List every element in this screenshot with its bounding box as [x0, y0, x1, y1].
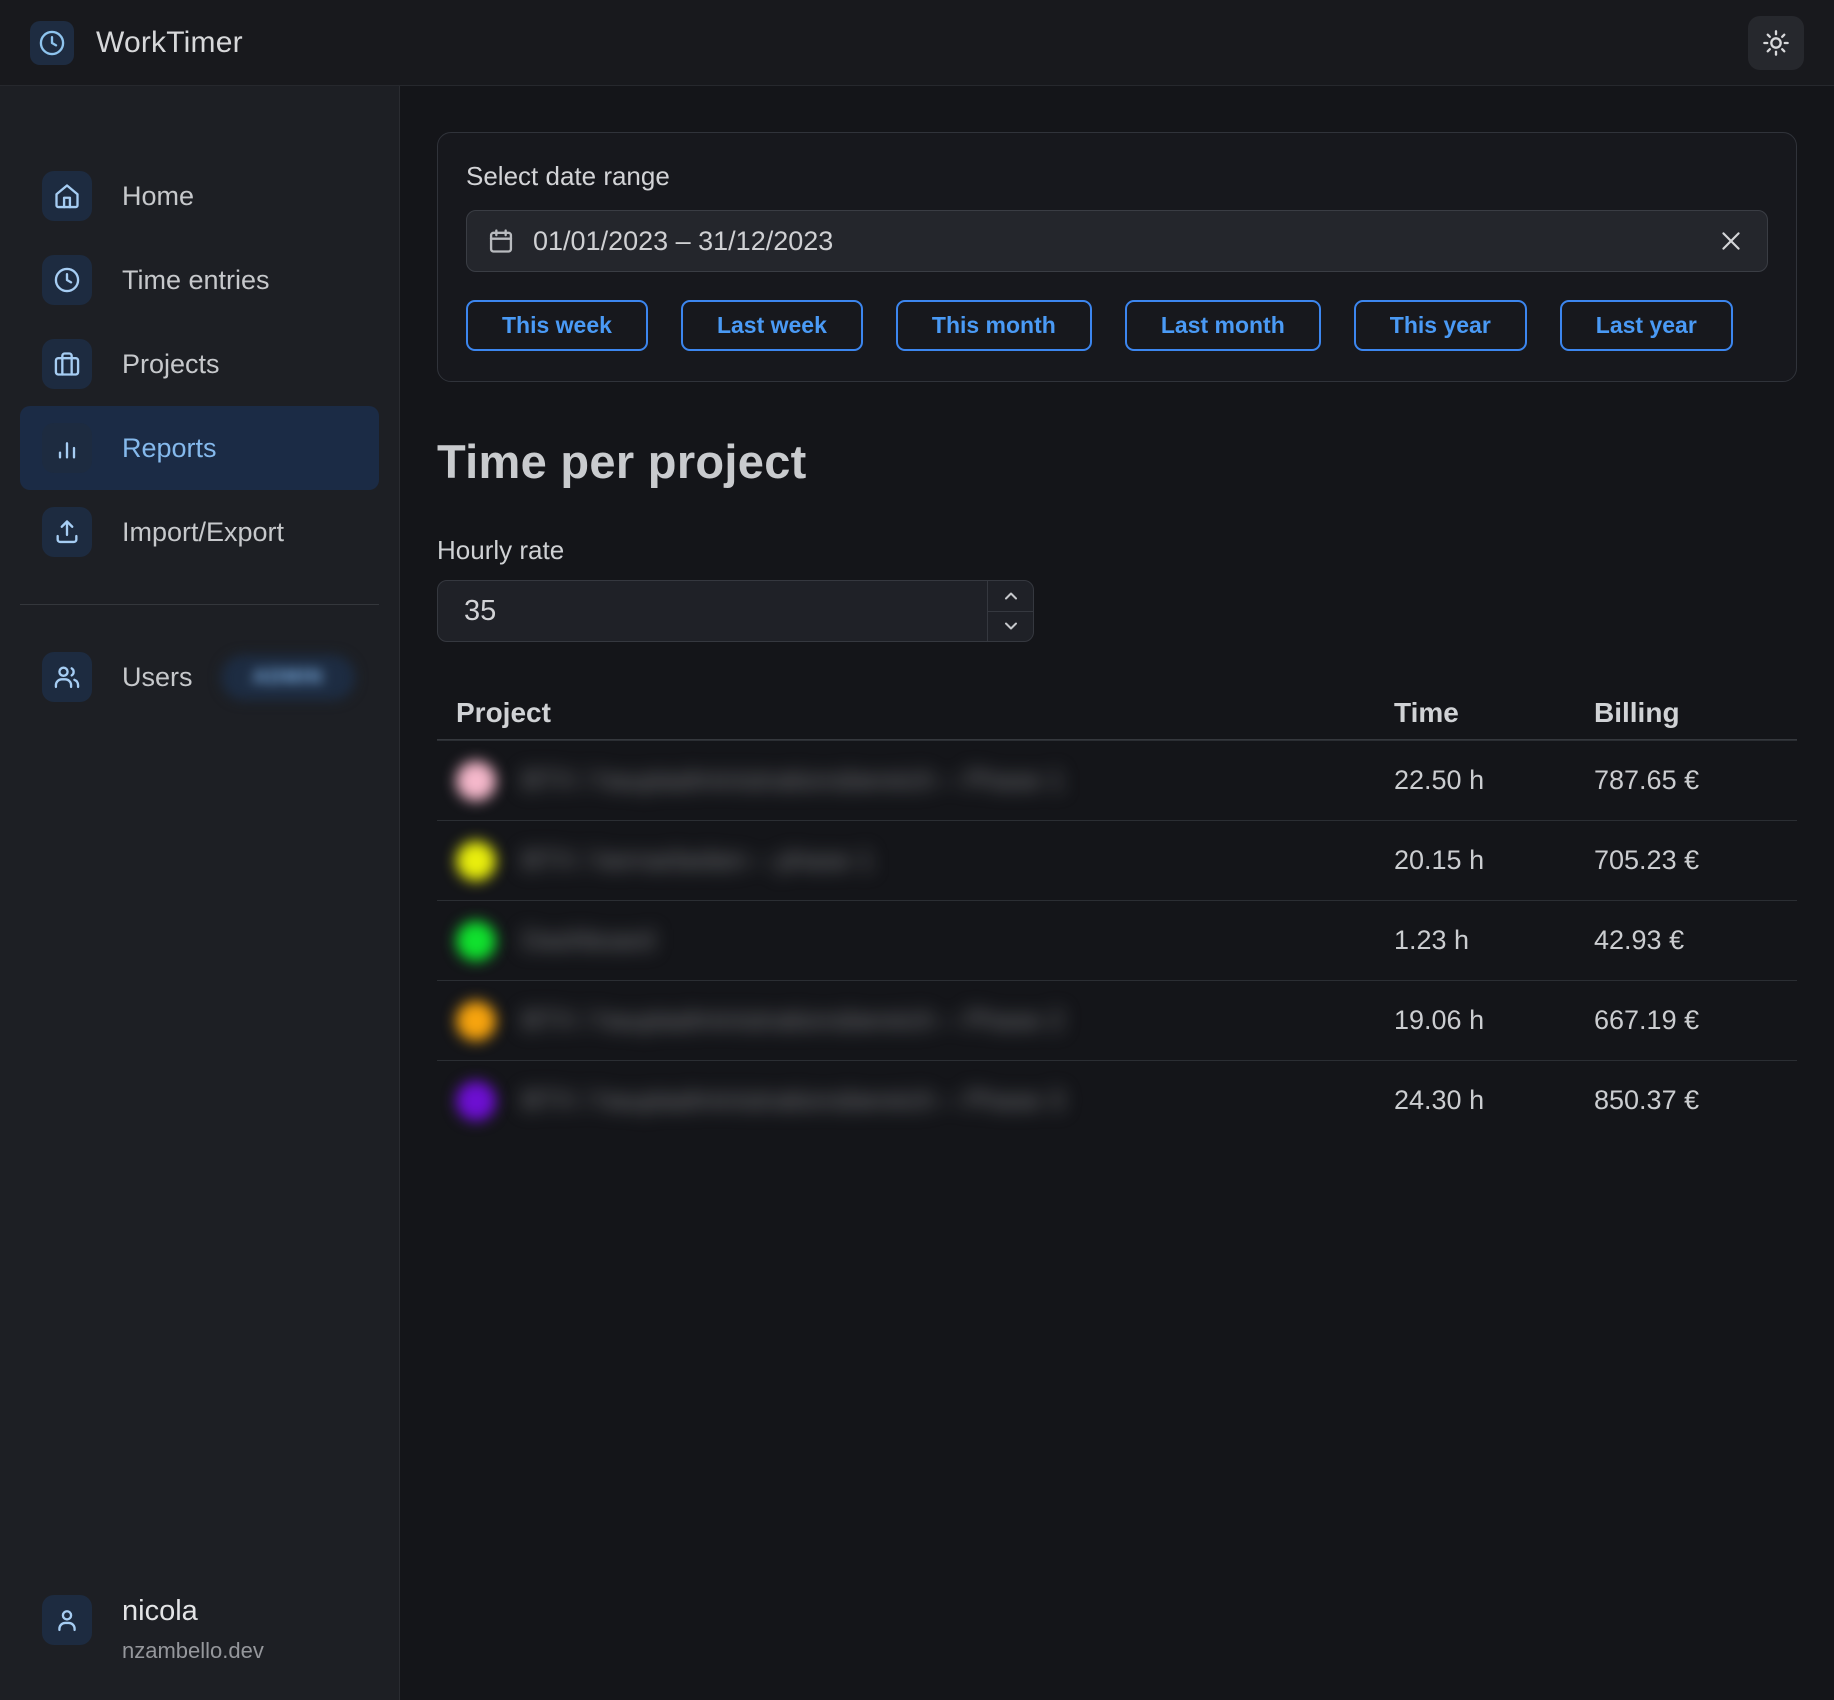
- stepper-up-button[interactable]: [988, 581, 1033, 611]
- project-color-dot: [456, 1001, 496, 1041]
- project-name-redacted: Dashboard: [522, 925, 654, 956]
- project-name-redacted: BTX / hauptadministrationsbereich – Phas…: [522, 1085, 1064, 1116]
- time-value: 19.06 h: [1394, 1005, 1594, 1036]
- this-week-button[interactable]: This week: [466, 300, 648, 351]
- billing-value: 667.19 €: [1594, 1005, 1797, 1036]
- date-range-card: Select date range: [437, 132, 1797, 382]
- billing-value: 850.37 €: [1594, 1085, 1797, 1116]
- briefcase-icon: [42, 339, 92, 389]
- date-range-input[interactable]: [533, 226, 1709, 257]
- sidebar: Home Time entries Projects: [0, 86, 400, 1700]
- hourly-rate-label: Hourly rate: [437, 535, 1797, 566]
- home-icon: [42, 171, 92, 221]
- time-per-project-table: Project Time Billing BTX / hauptadminist…: [437, 686, 1797, 1140]
- sidebar-item-projects[interactable]: Projects: [20, 322, 379, 406]
- table-header: Project Time Billing: [437, 686, 1797, 740]
- hourly-rate-input[interactable]: [438, 581, 987, 641]
- sidebar-item-import-export[interactable]: Import/Export: [20, 490, 379, 574]
- table-row: BTX / hauptadministrationsbereich – Phas…: [437, 980, 1797, 1060]
- billing-value: 42.93 €: [1594, 925, 1797, 956]
- sidebar-item-time-entries[interactable]: Time entries: [20, 238, 379, 322]
- sidebar-item-label: Time entries: [122, 265, 270, 296]
- column-header-billing: Billing: [1594, 697, 1797, 729]
- time-value: 1.23 h: [1394, 925, 1594, 956]
- current-user-domain: nzambello.dev: [122, 1638, 264, 1664]
- sidebar-item-label: Reports: [122, 433, 217, 464]
- this-year-button[interactable]: This year: [1354, 300, 1527, 351]
- sidebar-item-users[interactable]: Users ADMIN: [20, 635, 379, 719]
- theme-toggle-button[interactable]: [1748, 16, 1804, 70]
- project-color-dot: [456, 1081, 496, 1121]
- bar-chart-icon: [42, 423, 92, 473]
- app-logo: [30, 21, 74, 65]
- project-name-redacted: BTX / hauptadministrationsbereich – Phas…: [522, 1005, 1064, 1036]
- clear-date-range-button[interactable]: [1709, 219, 1753, 263]
- sidebar-item-label: Home: [122, 181, 194, 212]
- project-color-dot: [456, 921, 496, 961]
- app-title: WorkTimer: [96, 26, 243, 60]
- this-month-button[interactable]: This month: [896, 300, 1092, 351]
- last-week-button[interactable]: Last week: [681, 300, 863, 351]
- stepper-down-button[interactable]: [988, 611, 1033, 642]
- billing-value: 787.65 €: [1594, 765, 1797, 796]
- calendar-icon: [487, 227, 515, 255]
- chevron-up-icon: [1001, 586, 1021, 606]
- billing-value: 705.23 €: [1594, 845, 1797, 876]
- close-icon: [1718, 228, 1744, 254]
- top-bar: WorkTimer: [0, 0, 1834, 86]
- last-month-button[interactable]: Last month: [1125, 300, 1321, 351]
- hourly-rate-field: [437, 580, 1034, 642]
- sidebar-item-label: Users: [122, 662, 193, 693]
- time-value: 24.30 h: [1394, 1085, 1594, 1116]
- last-year-button[interactable]: Last year: [1560, 300, 1733, 351]
- table-row: Dashboard 1.23 h 42.93 €: [437, 900, 1797, 980]
- current-user-section: nicola nzambello.dev: [20, 1595, 379, 1664]
- chevron-down-icon: [1001, 616, 1021, 636]
- users-icon: [42, 652, 92, 702]
- project-name-redacted: BTX / hauptadministrationsbereich – Phas…: [522, 765, 1064, 796]
- project-color-dot: [456, 841, 496, 881]
- time-value: 20.15 h: [1394, 845, 1594, 876]
- column-header-project: Project: [437, 697, 1394, 729]
- table-row: BTX / hauptadministrationsbereich – Phas…: [437, 1060, 1797, 1140]
- upload-icon: [42, 507, 92, 557]
- clock-icon: [38, 29, 66, 57]
- worktimer-app: WorkTimer: [0, 0, 1834, 1700]
- hourly-rate-stepper: [987, 581, 1033, 641]
- column-header-time: Time: [1394, 697, 1594, 729]
- sidebar-item-reports[interactable]: Reports: [20, 406, 379, 490]
- user-icon: [42, 1595, 92, 1645]
- clock-icon: [42, 255, 92, 305]
- page-title: Time per project: [437, 434, 1797, 489]
- admin-badge: ADMIN: [221, 655, 356, 700]
- current-user-name: nicola: [122, 1595, 264, 1628]
- sun-icon: [1762, 29, 1790, 57]
- table-row: BTX / hauptadministrationsbereich – Phas…: [437, 740, 1797, 820]
- quick-filters: This week Last week This month Last mont…: [466, 300, 1768, 351]
- date-range-label: Select date range: [466, 161, 1768, 192]
- sidebar-item-label: Import/Export: [122, 517, 284, 548]
- time-value: 22.50 h: [1394, 765, 1594, 796]
- sidebar-item-home[interactable]: Home: [20, 154, 379, 238]
- project-name-redacted: BTX / kernarbeiten – phase 1: [522, 845, 873, 876]
- sidebar-divider: [20, 604, 379, 605]
- table-row: BTX / kernarbeiten – phase 1 20.15 h 705…: [437, 820, 1797, 900]
- main-content: Select date range: [400, 86, 1834, 1700]
- date-range-input-wrap: [466, 210, 1768, 272]
- project-color-dot: [456, 761, 496, 801]
- sidebar-item-label: Projects: [122, 349, 220, 380]
